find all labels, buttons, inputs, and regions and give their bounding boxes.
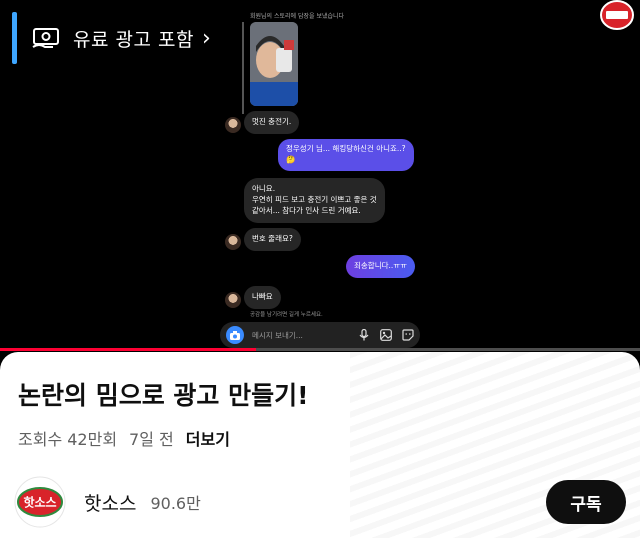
sender-avatar — [225, 234, 241, 250]
subscriber-count: 90.6만 — [150, 494, 201, 513]
hint-note: 공감을 남기려면 길게 누르세요. — [250, 312, 323, 318]
message-text: 정우성기 님... 해킹당하신건 아니죠..? — [286, 144, 406, 153]
upload-age: 7일 전 — [129, 430, 174, 449]
channel-name[interactable]: 핫소스 — [84, 489, 136, 516]
paid-promotion-tag[interactable]: 유료 광고 포함 › — [12, 12, 211, 64]
paid-promotion-accent-bar — [12, 12, 17, 64]
channel-watermark-logo — [600, 0, 634, 30]
message-bubble: 번호 줄래요? — [244, 228, 301, 251]
video-progress-bar[interactable] — [0, 348, 640, 351]
message-input[interactable]: 메시지 보내기... — [252, 330, 348, 341]
video-info-panel: 논란의 밈으로 광고 만들기! 조회수 42만회 7일 전 더보기 핫소스 핫소… — [0, 352, 640, 538]
view-count: 조회수 42만회 — [18, 430, 118, 449]
microphone-icon[interactable] — [358, 329, 370, 341]
channel-logo-text: 핫소스 — [23, 495, 56, 510]
message-composer[interactable]: 메시지 보내기... — [220, 322, 420, 348]
message-bubble: 정우성기 님... 해킹당하신건 아니죠..? 🤔 — [278, 139, 414, 171]
message-bubble: 죄송합니다..ㅠㅠ — [346, 255, 416, 278]
message-line: 같아서... 참다가 인사 드린 거예요. — [252, 205, 361, 215]
story-reply-line — [242, 22, 244, 114]
video-title[interactable]: 논란의 밈으로 광고 만들기! — [18, 376, 309, 412]
video-meta: 조회수 42만회 7일 전 더보기 — [18, 426, 242, 450]
channel-row: 핫소스 핫소스 90.6만 구독 — [14, 476, 626, 528]
message-bubble: 아니요. 우연히 피드 보고 충전기 이쁘고 좋은 것 같아서... 참다가 인… — [244, 178, 385, 223]
video-player[interactable]: 유료 광고 포함 › 회원님의 스토리에 답장을 보냈습니다 멋진 충전기. 정… — [0, 0, 640, 350]
sender-avatar — [225, 117, 241, 133]
channel-avatar[interactable]: 핫소스 — [14, 476, 66, 528]
gallery-icon[interactable] — [380, 329, 392, 341]
message-line: 아니요. — [252, 184, 276, 193]
sender-avatar — [225, 292, 241, 308]
message-bubble: 멋진 충전기. — [244, 111, 300, 134]
subscribe-button[interactable]: 구독 — [546, 480, 626, 524]
thinking-emoji: 🤔 — [286, 154, 296, 164]
story-thumbnail — [250, 22, 298, 106]
message-bubble: 나빠요 — [244, 286, 281, 309]
paid-promotion-label: 유료 광고 포함 — [73, 28, 194, 51]
story-reply-note: 회원님의 스토리에 답장을 보냈습니다 — [250, 13, 345, 20]
sticker-icon[interactable] — [402, 329, 414, 341]
chevron-right-icon: › — [201, 25, 211, 51]
message-line: 우연히 피드 보고 충전기 이쁘고 좋은 것 — [252, 194, 377, 204]
money-icon — [32, 28, 59, 48]
more-link[interactable]: 더보기 — [186, 426, 230, 450]
video-progress-fill — [0, 348, 256, 351]
camera-icon[interactable] — [226, 326, 244, 344]
